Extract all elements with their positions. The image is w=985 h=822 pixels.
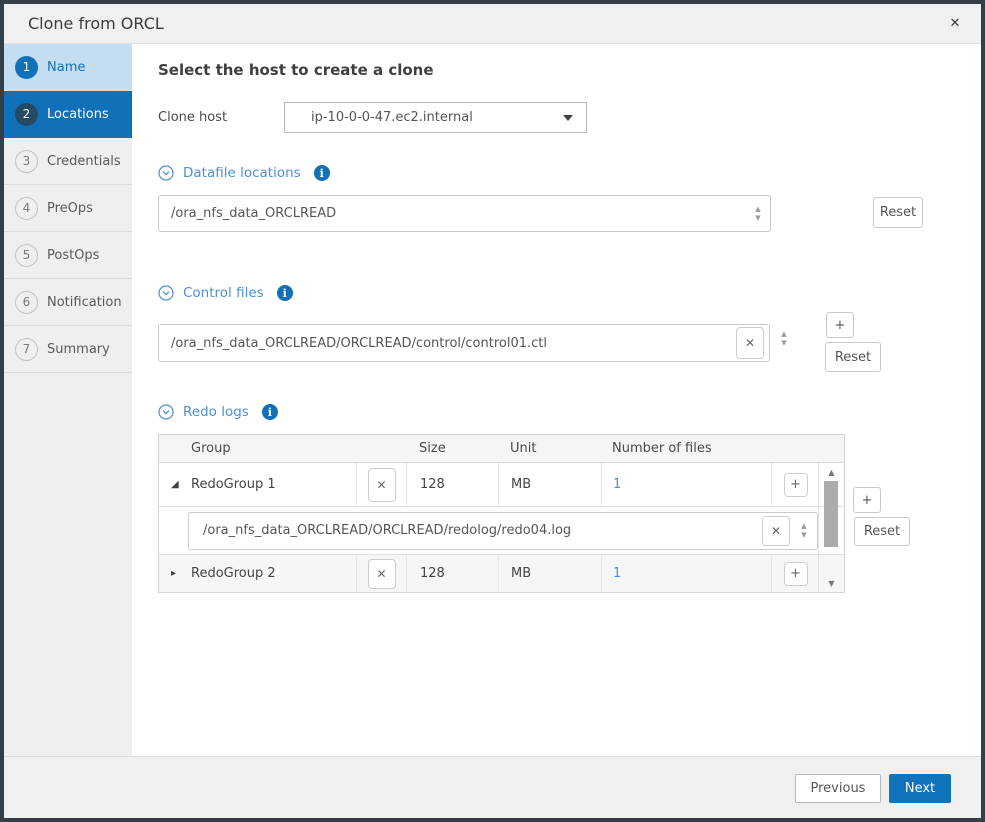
redologs-add-group-button[interactable]: + [853,487,881,513]
column-header-add [771,435,819,462]
controlfile-spinner[interactable]: ▲ ▼ [776,331,792,346]
redologs-table-header: Group Size Unit Number of files [159,435,844,463]
redogroup-size[interactable]: 128 [406,463,498,506]
step-number-badge: 6 [15,291,38,314]
sidebar-item-postops[interactable]: 5 PostOps [4,232,132,279]
close-icon[interactable]: ✕ [945,16,965,31]
spinner-up-icon[interactable]: ▲ [781,331,786,337]
next-button[interactable]: Next [889,774,951,803]
step-label: Credentials [47,154,121,169]
redologs-section-title: Redo logs [183,404,249,420]
redogroup-remove-button[interactable]: ✕ [368,468,396,502]
datafile-spinner[interactable]: ▲ ▼ [750,206,766,221]
datafile-path-box: ▲ ▼ [158,195,771,232]
collapse-chevron-icon [158,404,174,420]
redologs-section-header[interactable]: Redo logs i [158,404,278,420]
datafile-section-header[interactable]: Datafile locations i [158,165,330,181]
redolog-spinner[interactable]: ▲ ▼ [796,523,812,538]
redogroup-size[interactable]: 128 [406,555,498,592]
column-header-unit: Unit [498,435,601,462]
datafile-section-title: Datafile locations [183,165,301,181]
table-scrollbar[interactable]: ▲ ▼ [818,463,844,592]
spinner-down-icon[interactable]: ▼ [755,215,760,221]
redolog-path-box: ✕ ▲ ▼ [188,512,818,550]
redogroup-name: RedoGroup 2 [191,566,276,581]
step-number-badge: 7 [15,338,38,361]
dialog-footer: Previous Next [4,756,981,818]
datafile-reset-button[interactable]: Reset [873,197,923,228]
controlfile-add-button[interactable]: + [826,312,854,338]
redologs-table: Group Size Unit Number of files ◢ RedoGr… [158,434,845,593]
spinner-down-icon[interactable]: ▼ [781,340,786,346]
controlfile-path-box: ✕ [158,324,770,362]
redogroup-name: RedoGroup 1 [191,477,276,492]
info-icon[interactable]: i [277,285,293,301]
spinner-up-icon[interactable]: ▲ [801,523,806,529]
column-header-size: Size [406,435,498,462]
info-icon[interactable]: i [314,165,330,181]
step-label: Notification [47,295,122,310]
sidebar-item-name[interactable]: 1 Name [4,44,132,91]
column-header-remove [356,435,406,462]
sidebar-item-summary[interactable]: 7 Summary [4,326,132,373]
redogroup-add-file-button[interactable]: + [784,473,808,497]
step-number-badge: 2 [15,103,38,126]
scroll-up-icon[interactable]: ▲ [819,468,844,477]
redolog-path-input[interactable] [189,523,762,538]
spinner-up-icon[interactable]: ▲ [755,206,760,212]
datafile-path-input[interactable] [159,206,750,221]
collapse-chevron-icon [158,165,174,181]
controlfiles-section-title: Control files [183,285,264,301]
clone-host-label: Clone host [158,110,227,125]
step-label: Name [47,60,85,75]
scrollbar-thumb[interactable] [824,481,838,547]
sidebar-item-notification[interactable]: 6 Notification [4,279,132,326]
redogroup-add-file-button[interactable]: + [784,562,808,586]
redolog-remove-button[interactable]: ✕ [762,516,790,546]
dialog-title: Clone from ORCL [28,14,164,33]
row-expanded-icon[interactable]: ◢ [171,479,181,490]
caret-down-icon [563,115,573,121]
step-label: Locations [47,107,109,122]
column-header-files: Number of files [601,435,771,462]
table-row-redogroup-1-detail: ✕ ▲ ▼ [159,507,844,555]
step-label: PreOps [47,201,93,216]
scroll-down-icon[interactable]: ▼ [819,579,844,588]
table-row-redogroup-2: ▸ RedoGroup 2 ✕ 128 MB 1 + [159,555,844,592]
step-label: Summary [47,342,110,357]
clone-dialog: Clone from ORCL ✕ 1 Name 2 Locations 3 C… [0,0,985,822]
redogroup-remove-button[interactable]: ✕ [368,559,396,589]
spinner-down-icon[interactable]: ▼ [801,532,806,538]
redologs-reset-button[interactable]: Reset [854,517,910,546]
info-icon[interactable]: i [262,404,278,420]
row-collapsed-icon[interactable]: ▸ [171,568,181,579]
sidebar-item-locations[interactable]: 2 Locations [4,91,132,138]
collapse-chevron-icon [158,285,174,301]
wizard-sidebar: 1 Name 2 Locations 3 Credentials 4 PreOp… [4,44,132,758]
step-number-badge: 1 [15,56,38,79]
page-title: Select the host to create a clone [158,61,434,79]
controlfile-reset-button[interactable]: Reset [825,342,881,372]
step-number-badge: 4 [15,197,38,220]
redogroup-unit[interactable]: MB [498,463,601,506]
redogroup-file-count[interactable]: 1 [601,555,771,592]
controlfile-path-input[interactable] [159,336,736,351]
sidebar-item-preops[interactable]: 4 PreOps [4,185,132,232]
controlfiles-section-header[interactable]: Control files i [158,285,293,301]
dialog-titlebar: Clone from ORCL ✕ [4,4,981,44]
column-header-group: Group [159,435,356,462]
clone-host-select[interactable]: ip-10-0-0-47.ec2.internal [284,102,587,133]
sidebar-item-credentials[interactable]: 3 Credentials [4,138,132,185]
step-number-badge: 5 [15,244,38,267]
clone-host-value: ip-10-0-0-47.ec2.internal [311,110,473,125]
redogroup-file-count[interactable]: 1 [601,463,771,506]
redogroup-unit[interactable]: MB [498,555,601,592]
previous-button[interactable]: Previous [795,774,881,803]
step-number-badge: 3 [15,150,38,173]
table-row-redogroup-1: ◢ RedoGroup 1 ✕ 128 MB 1 + [159,463,844,507]
controlfile-remove-button[interactable]: ✕ [736,327,764,359]
step-label: PostOps [47,248,99,263]
